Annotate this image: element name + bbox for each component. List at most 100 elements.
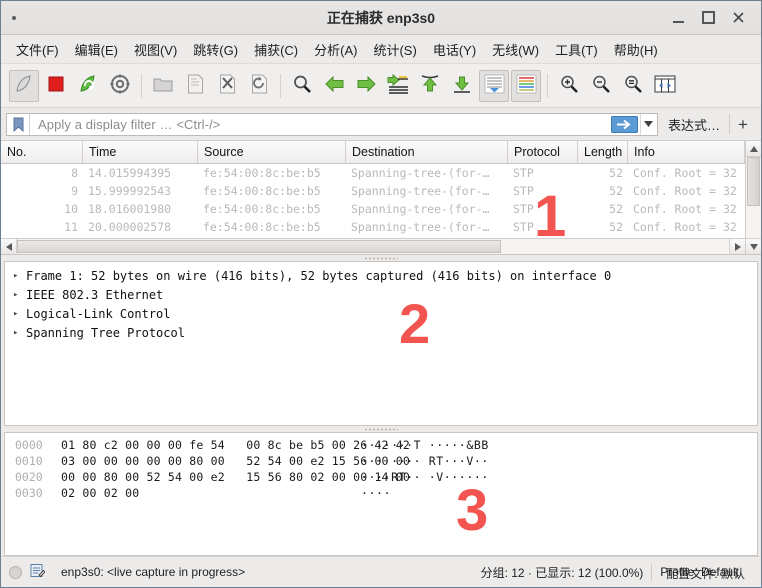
scroll-up-arrow-icon[interactable] — [746, 141, 761, 157]
main-toolbar — [1, 64, 761, 108]
detail-row-frame[interactable]: ▸ Frame 1: 52 bytes on wire (416 bits), … — [5, 266, 757, 285]
zoom-out-button[interactable] — [586, 70, 616, 102]
resize-columns-button[interactable] — [650, 70, 680, 102]
profile-label-cn: 配置文件: 默认 — [666, 567, 745, 581]
cell-protocol: STP — [513, 166, 534, 180]
packet-list-vertical-scrollbar[interactable] — [745, 141, 761, 254]
capture-file-comment-icon[interactable] — [30, 563, 46, 581]
detail-row-ethernet[interactable]: ▸ IEEE 802.3 Ethernet — [5, 285, 757, 304]
menu-help[interactable]: 帮助(H) — [607, 37, 665, 62]
start-capture-button[interactable] — [9, 69, 39, 102]
cell-no: 8 — [71, 166, 78, 180]
display-filter-input[interactable]: Apply a display filter … <Ctrl-/> — [6, 112, 658, 136]
packet-bytes-pane[interactable]: 0000 01 80 c2 00 00 00 fe 54 00 8c be b5… — [4, 432, 758, 556]
open-file-button[interactable] — [148, 70, 178, 102]
scroll-left-arrow-icon[interactable] — [1, 239, 17, 254]
auto-scroll-button[interactable] — [479, 69, 509, 102]
close-button[interactable] — [730, 10, 746, 26]
packet-list-horizontal-scrollbar[interactable] — [1, 238, 745, 254]
bookmark-icon[interactable] — [7, 113, 30, 135]
go-to-packet-button[interactable] — [383, 70, 413, 102]
statusbar-separator — [651, 563, 653, 581]
byte-row[interactable]: 0020 00 00 80 00 52 54 00 e2 15 56 80 02… — [5, 469, 757, 485]
zoom-reset-icon — [623, 74, 643, 97]
add-filter-button[interactable]: + — [730, 116, 756, 133]
chevron-right-icon[interactable]: ▸ — [13, 290, 26, 300]
window-controls — [670, 10, 761, 26]
apply-filter-button[interactable] — [610, 114, 640, 135]
byte-row[interactable]: 0030 02 00 02 00 ···· — [5, 485, 757, 501]
scroll-down-arrow-icon[interactable] — [746, 238, 761, 254]
table-row[interactable]: 10 18.016001980 fe:54:00:8c:be:b5 Spanni… — [1, 200, 745, 218]
chevron-right-icon[interactable]: ▸ — [13, 328, 26, 338]
byte-offset: 0000 — [15, 438, 43, 452]
reload-file-button[interactable] — [244, 70, 274, 102]
window-title: 正在捕获 enp3s0 — [326, 9, 436, 26]
window-menu-dot[interactable] — [12, 15, 16, 20]
column-header-protocol[interactable]: Protocol — [508, 141, 578, 163]
packet-list-body: No. Time Source Destination Protocol Len… — [1, 141, 761, 254]
go-back-button[interactable] — [319, 70, 349, 102]
menu-wireless[interactable]: 无线(W) — [485, 37, 546, 62]
find-packet-button[interactable] — [287, 70, 317, 102]
cell-source: fe:54:00:8c:be:b5 — [203, 166, 321, 180]
menu-go[interactable]: 跳转(G) — [186, 37, 245, 62]
expert-info-circle-icon[interactable] — [9, 565, 22, 579]
menu-telephony[interactable]: 电话(Y) — [426, 37, 483, 62]
cell-source: fe:54:00:8c:be:b5 — [203, 184, 321, 198]
colorize-button[interactable] — [511, 69, 541, 102]
close-document-icon — [219, 74, 236, 97]
table-row[interactable]: 8 14.015994395 fe:54:00:8c:be:b5 Spannin… — [1, 164, 745, 182]
chevron-right-icon[interactable]: ▸ — [13, 271, 26, 281]
menu-statistics[interactable]: 统计(S) — [366, 37, 423, 62]
profile-status[interactable]: Profile: Default 配置文件: 默认 — [660, 565, 753, 581]
menu-capture[interactable]: 捕获(C) — [247, 37, 305, 62]
title-bar: 正在捕获 enp3s0 — [1, 1, 761, 35]
detail-row-stp[interactable]: ▸ Spanning Tree Protocol — [5, 323, 757, 342]
table-row[interactable]: 11 20.000002578 fe:54:00:8c:be:b5 Spanni… — [1, 218, 745, 236]
hscroll-track[interactable] — [17, 239, 729, 254]
cell-length: 52 — [609, 202, 623, 216]
go-last-packet-button[interactable] — [447, 70, 477, 102]
close-file-button[interactable] — [212, 70, 242, 102]
menu-bar: 文件(F) 编辑(E) 视图(V) 跳转(G) 捕获(C) 分析(A) 统计(S… — [1, 35, 761, 64]
zoom-reset-button[interactable] — [618, 70, 648, 102]
capture-options-button[interactable] — [105, 70, 135, 102]
restart-capture-button[interactable] — [73, 70, 103, 102]
byte-ascii: ····RT·· ·V······ — [361, 470, 489, 484]
vscroll-thumb[interactable] — [747, 157, 760, 206]
chevron-down-icon[interactable] — [639, 113, 657, 135]
column-header-time[interactable]: Time — [83, 141, 198, 163]
column-header-no[interactable]: No. — [1, 141, 83, 163]
go-first-packet-button[interactable] — [415, 70, 445, 102]
packet-details-pane[interactable]: ▸ Frame 1: 52 bytes on wire (416 bits), … — [4, 261, 758, 426]
cell-info: Conf. Root = 32 — [633, 166, 737, 180]
filter-expression-button[interactable]: 表达式… — [658, 115, 729, 134]
minimize-button[interactable] — [670, 10, 686, 26]
menu-view[interactable]: 视图(V) — [127, 37, 184, 62]
byte-row[interactable]: 0010 03 00 00 00 00 00 80 00 52 54 00 e2… — [5, 453, 757, 469]
menu-analyze[interactable]: 分析(A) — [307, 37, 364, 62]
column-header-info[interactable]: Info — [628, 141, 745, 163]
menu-tools[interactable]: 工具(T) — [548, 37, 605, 62]
stop-capture-button[interactable] — [41, 70, 71, 102]
table-row[interactable]: 9 15.999992543 fe:54:00:8c:be:b5 Spannin… — [1, 182, 745, 200]
vscroll-track[interactable] — [746, 157, 761, 238]
menu-file[interactable]: 文件(F) — [9, 37, 66, 62]
save-file-button[interactable] — [180, 70, 210, 102]
hscroll-thumb[interactable] — [17, 240, 502, 253]
byte-row[interactable]: 0000 01 80 c2 00 00 00 fe 54 00 8c be b5… — [5, 437, 757, 453]
column-header-source[interactable]: Source — [198, 141, 346, 163]
column-header-destination[interactable]: Destination — [346, 141, 508, 163]
column-header-length[interactable]: Length — [578, 141, 628, 163]
detail-row-llc[interactable]: ▸ Logical-Link Control — [5, 304, 757, 323]
go-forward-button[interactable] — [351, 70, 381, 102]
packet-list-main: No. Time Source Destination Protocol Len… — [1, 141, 745, 254]
scroll-right-arrow-icon[interactable] — [729, 239, 745, 254]
cell-no: 10 — [64, 202, 78, 216]
menu-edit[interactable]: 编辑(E) — [68, 37, 125, 62]
chevron-right-icon[interactable]: ▸ — [13, 309, 26, 319]
zoom-in-button[interactable] — [554, 70, 584, 102]
filter-apply-group — [610, 113, 657, 135]
maximize-button[interactable] — [700, 10, 716, 26]
